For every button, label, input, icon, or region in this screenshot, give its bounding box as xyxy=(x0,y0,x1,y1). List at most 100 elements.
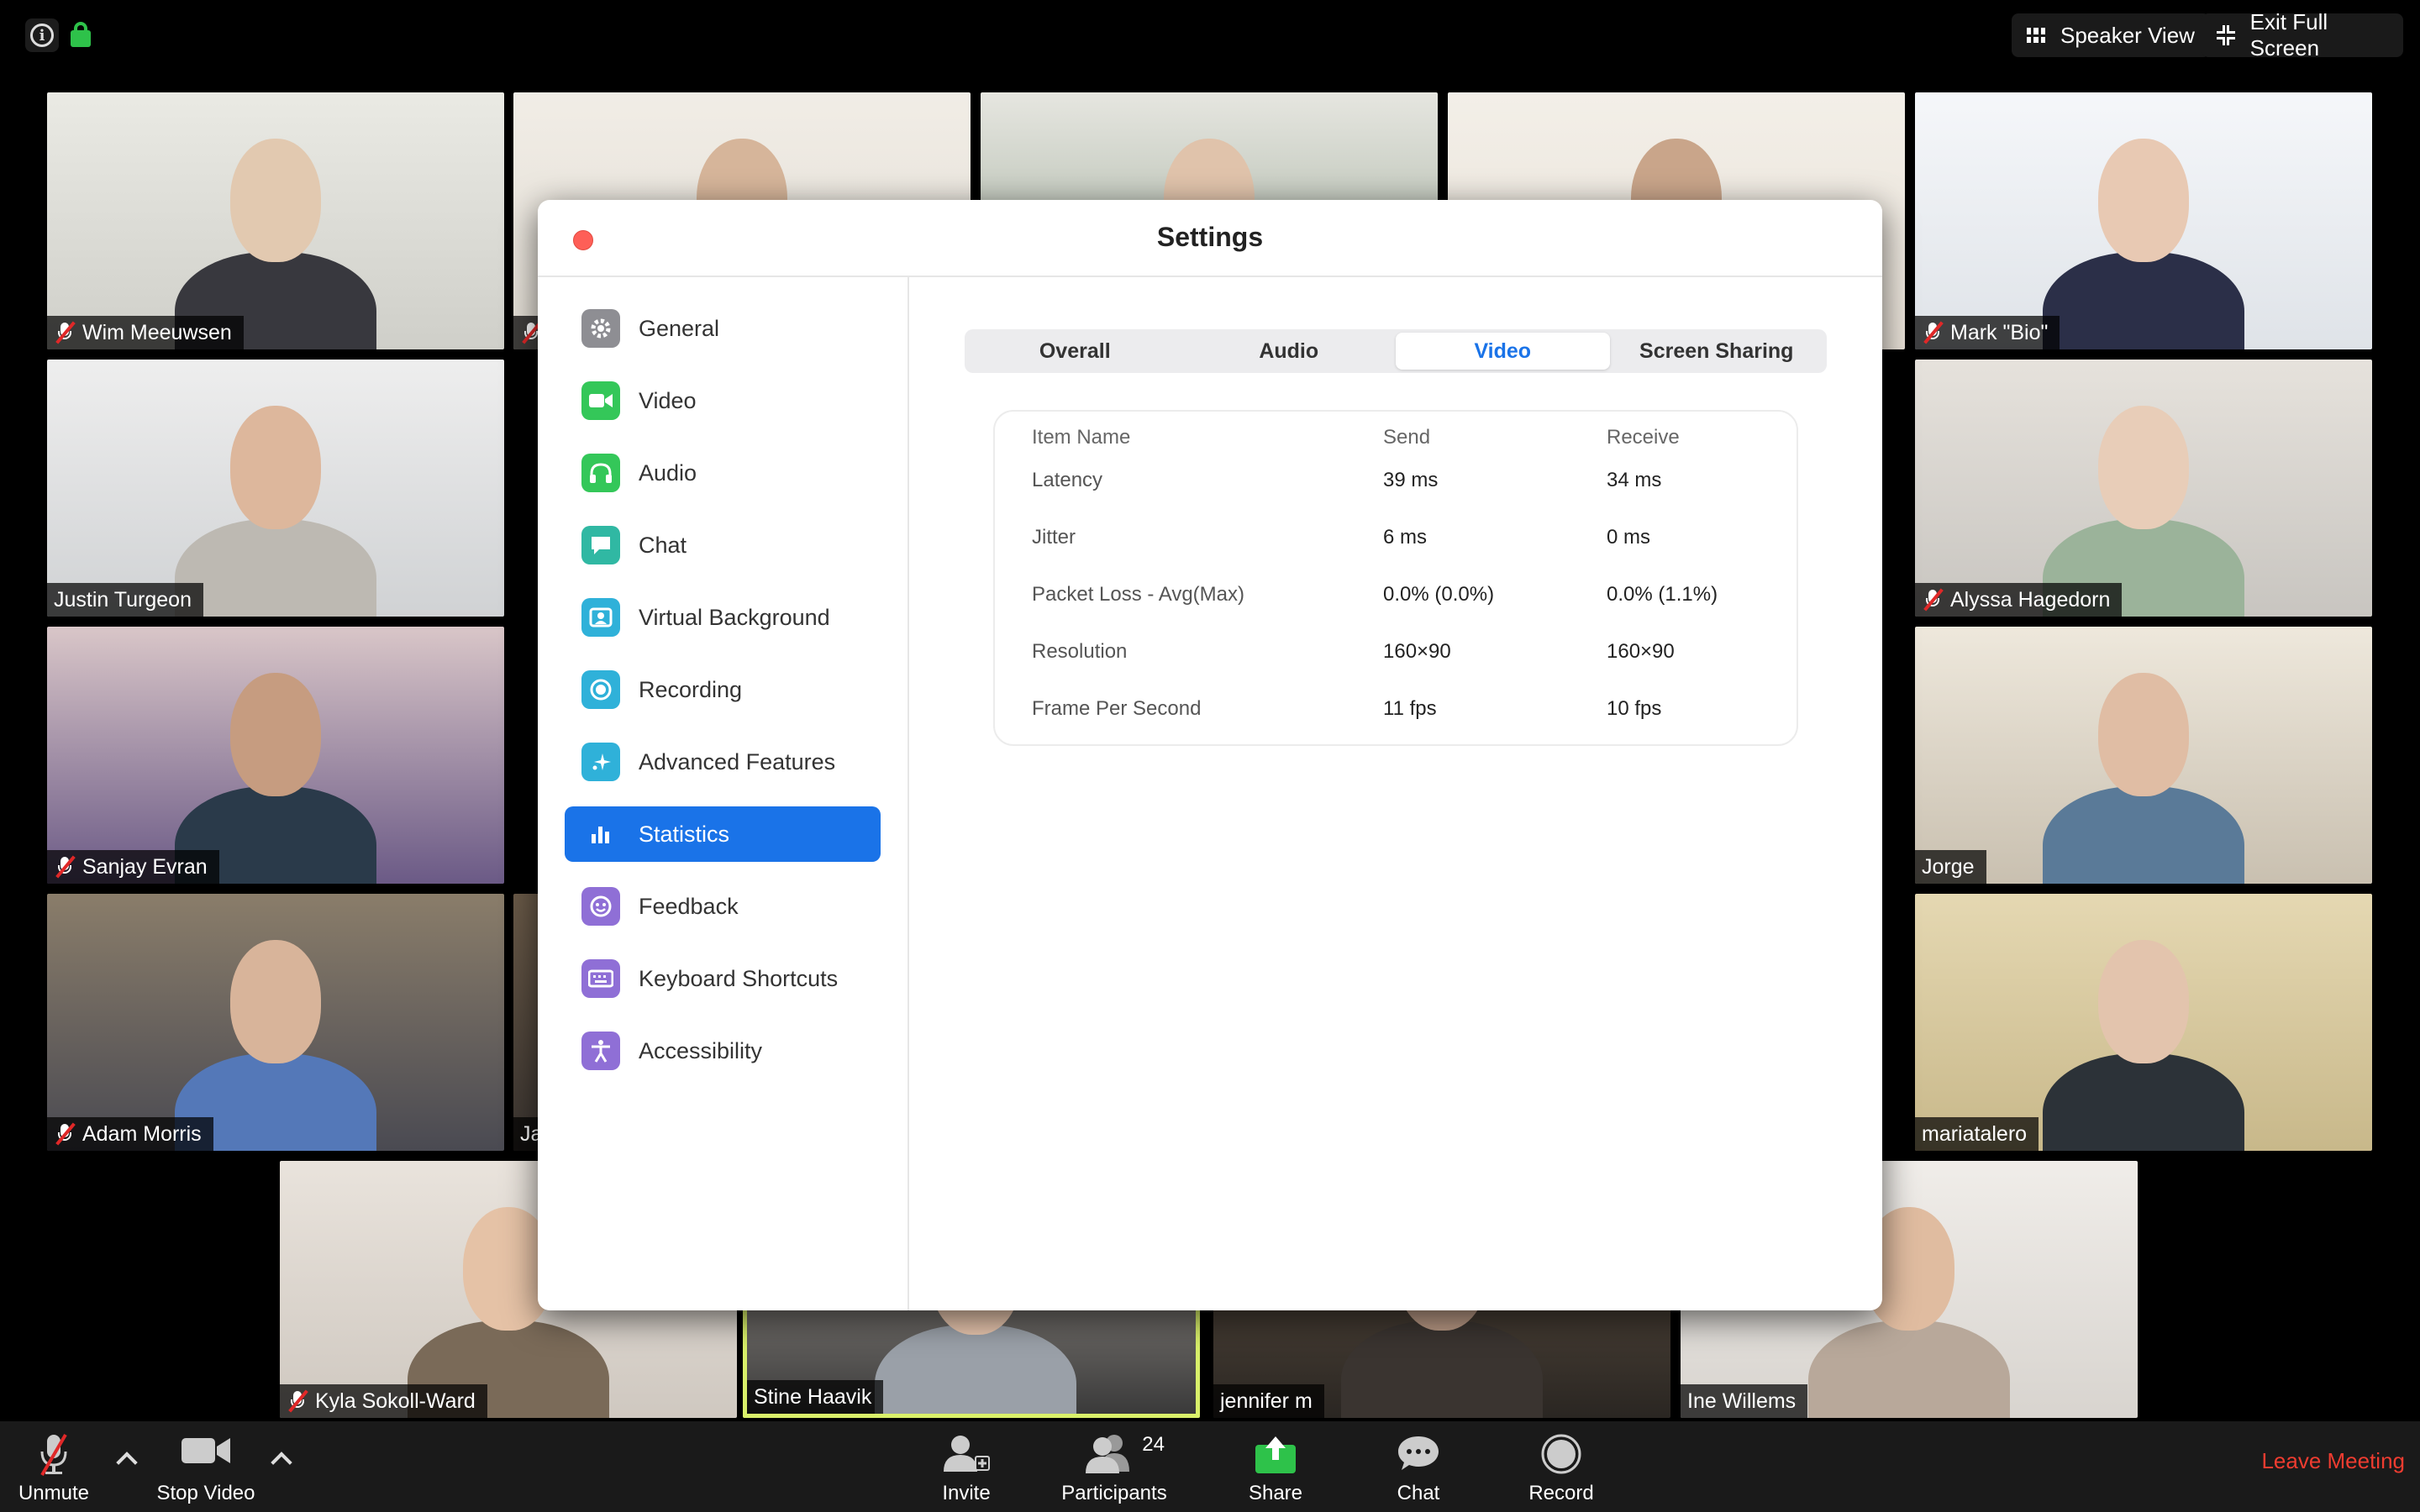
sidebar-item-label: Statistics xyxy=(639,821,730,847)
statistics-panel: Overall Audio Video Screen Sharing Item Nam… xyxy=(909,277,1882,1310)
settings-dialog: Settings General Video Audio Chat Virtual Ba… xyxy=(538,200,1882,1310)
sidebar-item-virtual-background[interactable]: Virtual Background xyxy=(565,590,881,645)
participant-tile[interactable]: Justin Turgeon xyxy=(47,360,504,617)
unmute-button[interactable]: Unmute xyxy=(12,1421,96,1512)
video-camera-icon xyxy=(581,381,620,420)
share-screen-icon xyxy=(1255,1436,1296,1473)
invite-button[interactable]: Invite xyxy=(924,1421,1008,1512)
settings-title: Settings xyxy=(1156,222,1264,252)
sidebar-item-feedback[interactable]: Feedback xyxy=(565,879,881,934)
sparkle-icon xyxy=(581,743,620,781)
stop-video-label: Stop Video xyxy=(156,1482,255,1504)
participant-name-tag: jennifer m xyxy=(1213,1384,1324,1418)
smiley-icon xyxy=(581,887,620,926)
leave-meeting-button[interactable]: Leave Meeting xyxy=(2261,1448,2405,1474)
participant-name-tag: Justin Turgeon xyxy=(47,583,203,617)
settings-titlebar: Settings xyxy=(538,200,1882,277)
sidebar-item-statistics[interactable]: Statistics xyxy=(565,806,881,862)
tab-screen-sharing[interactable]: Screen Sharing xyxy=(1610,333,1824,370)
tab-overall[interactable]: Overall xyxy=(968,333,1182,370)
tab-video[interactable]: Video xyxy=(1396,333,1610,370)
stat-receive-value: 0.0% (1.1%) xyxy=(1607,583,1718,606)
participant-tile[interactable]: Jorge xyxy=(1915,627,2372,884)
gear-icon xyxy=(581,309,620,348)
audio-options-chevron-icon[interactable] xyxy=(116,1452,138,1473)
participant-tile[interactable]: mariatalero xyxy=(1915,894,2372,1151)
sidebar-item-label: Advanced Features xyxy=(639,748,836,774)
muted-microphone-icon xyxy=(54,1122,76,1146)
statistics-table: Item Name Send Receive Latency 39 ms 34 ms… xyxy=(993,410,1798,746)
portrait-icon xyxy=(581,598,620,637)
chat-label: Chat xyxy=(1397,1482,1440,1504)
sidebar-item-label: Chat xyxy=(639,532,687,558)
participant-name: Alyssa Hagedorn xyxy=(1950,587,2111,612)
sidebar-item-audio[interactable]: Audio xyxy=(565,445,881,501)
share-button[interactable]: Share xyxy=(1234,1421,1318,1512)
participants-button[interactable]: 24 Participants xyxy=(1055,1421,1173,1512)
accessibility-icon xyxy=(581,1032,620,1070)
sidebar-item-video[interactable]: Video xyxy=(565,373,881,428)
participant-name: Kyla Sokoll-Ward xyxy=(315,1389,476,1413)
participant-tile[interactable]: Wim Meeuwsen xyxy=(47,92,504,349)
invite-label: Invite xyxy=(942,1482,991,1504)
participant-name-tag: mariatalero xyxy=(1915,1117,2039,1151)
video-camera-icon xyxy=(182,1438,230,1463)
participant-silhouette xyxy=(47,894,504,1151)
stat-item-name: Jitter xyxy=(1032,526,1076,549)
participant-name: jennifer m xyxy=(1220,1389,1313,1413)
participant-name-tag: Adam Morris xyxy=(47,1117,213,1151)
record-icon xyxy=(581,670,620,709)
stat-item-name: Resolution xyxy=(1032,640,1128,663)
participant-tile[interactable]: Alyssa Hagedorn xyxy=(1915,360,2372,617)
muted-microphone-icon xyxy=(1922,321,1944,344)
exit-fullscreen-icon xyxy=(2217,25,2235,45)
meeting-toolbar: Unmute Stop Video Invite 24 Participants xyxy=(0,1421,2420,1512)
info-icon[interactable]: i xyxy=(25,18,59,52)
stat-send-value: 0.0% (0.0%) xyxy=(1383,583,1495,606)
sidebar-item-chat[interactable]: Chat xyxy=(565,517,881,573)
participant-silhouette xyxy=(1915,894,2372,1151)
table-row: Latency 39 ms 34 ms xyxy=(1032,452,1760,509)
muted-microphone-icon xyxy=(54,321,76,344)
video-options-chevron-icon[interactable] xyxy=(271,1452,292,1473)
tab-audio[interactable]: Audio xyxy=(1182,333,1397,370)
participant-tile[interactable]: Sanjay Evran xyxy=(47,627,504,884)
sidebar-item-general[interactable]: General xyxy=(565,301,881,356)
unmute-label: Unmute xyxy=(18,1482,90,1504)
participant-silhouette xyxy=(1915,627,2372,884)
header-receive: Receive xyxy=(1607,426,1680,449)
table-row: Jitter 6 ms 0 ms xyxy=(1032,509,1760,566)
sidebar-item-keyboard-shortcuts[interactable]: Keyboard Shortcuts xyxy=(565,951,881,1006)
stat-item-name: Packet Loss - Avg(Max) xyxy=(1032,583,1244,606)
participant-name: Justin Turgeon xyxy=(54,587,192,612)
sidebar-item-accessibility[interactable]: Accessibility xyxy=(565,1023,881,1079)
participant-tile[interactable]: Adam Morris xyxy=(47,894,504,1151)
sidebar-item-advanced-features[interactable]: Advanced Features xyxy=(565,734,881,790)
participant-name: Wim Meeuwsen xyxy=(82,320,232,344)
participant-name-tag: Wim Meeuwsen xyxy=(47,316,244,349)
record-button[interactable]: Record xyxy=(1518,1421,1605,1512)
share-label: Share xyxy=(1248,1482,1303,1504)
exit-full-screen-button[interactable]: Exit Full Screen xyxy=(2202,9,2403,60)
stat-receive-value: 0 ms xyxy=(1607,526,1651,549)
stat-item-name: Latency xyxy=(1032,469,1103,491)
stat-send-value: 160×90 xyxy=(1383,640,1451,663)
stop-video-button[interactable]: Stop Video xyxy=(151,1421,260,1512)
stat-send-value: 11 fps xyxy=(1383,697,1437,720)
keyboard-icon xyxy=(581,959,620,998)
participant-name: mariatalero xyxy=(1922,1121,2028,1146)
chat-button[interactable]: Chat xyxy=(1378,1421,1459,1512)
participant-silhouette xyxy=(47,92,504,349)
speaker-view-button[interactable]: Speaker View xyxy=(2012,13,2210,57)
sidebar-item-recording[interactable]: Recording xyxy=(565,662,881,717)
participant-name: Jorge xyxy=(1922,854,1975,879)
sidebar-item-label: Audio xyxy=(639,459,697,486)
lock-icon[interactable] xyxy=(64,18,97,52)
participant-silhouette xyxy=(47,627,504,884)
info-glyph: i xyxy=(30,24,54,47)
participant-name: Ine Willems xyxy=(1687,1389,1797,1413)
participant-silhouette xyxy=(47,360,504,617)
table-row: Resolution 160×90 160×90 xyxy=(1032,623,1760,680)
participant-name-tag: Ine Willems xyxy=(1681,1384,1808,1418)
participant-tile[interactable]: Mark "Bio" xyxy=(1915,92,2372,349)
